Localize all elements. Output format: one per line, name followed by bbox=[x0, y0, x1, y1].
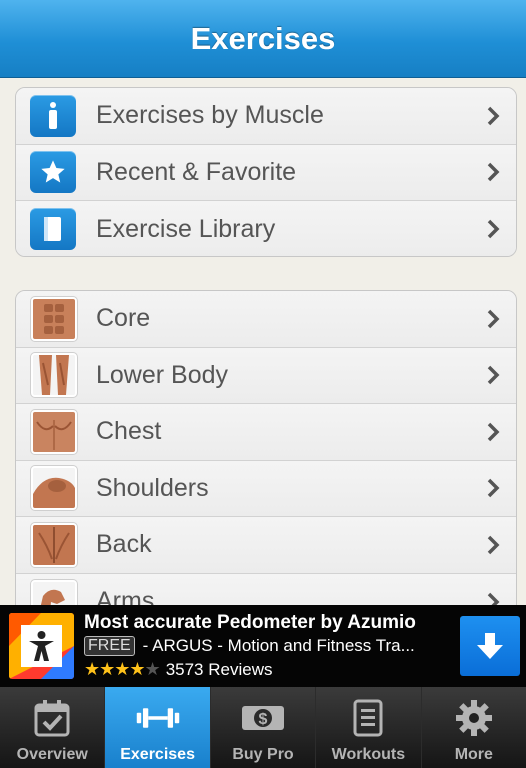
star-rating: ★★★★★ bbox=[84, 659, 161, 679]
tab-label: More bbox=[454, 746, 493, 763]
tab-exercises[interactable]: Exercises bbox=[105, 687, 211, 768]
muscle-item-label: Arms bbox=[96, 587, 155, 605]
back-thumbnail bbox=[31, 522, 77, 567]
menu-item-label: Exercises by Muscle bbox=[96, 101, 324, 130]
page-title: Exercises bbox=[190, 20, 336, 56]
chevron-right-icon bbox=[487, 220, 500, 239]
content-area[interactable]: Exercises by Muscle Recent & Favorite Ex… bbox=[0, 79, 526, 605]
person-icon bbox=[30, 94, 76, 137]
muscle-item-core[interactable]: Core bbox=[16, 291, 516, 348]
tab-overview[interactable]: Overview bbox=[0, 687, 106, 768]
tab-workouts[interactable]: Workouts bbox=[316, 687, 422, 768]
chest-thumbnail bbox=[31, 409, 77, 454]
menu-item-exercise-library[interactable]: Exercise Library bbox=[16, 201, 516, 256]
muscle-groups-list: Core Lower Body Chest Shoulders Back Arm… bbox=[15, 290, 517, 605]
menu-item-label: Exercise Library bbox=[96, 214, 276, 243]
main-menu-group: Exercises by Muscle Recent & Favorite Ex… bbox=[15, 87, 517, 257]
chevron-right-icon bbox=[487, 479, 500, 498]
ad-subtitle-line: FREE - ARGUS - Motion and Fitness Tra... bbox=[84, 636, 415, 656]
star-icon bbox=[30, 151, 76, 194]
muscle-item-label: Shoulders bbox=[96, 473, 209, 502]
nav-bar: Exercises bbox=[0, 0, 526, 78]
shoulders-thumbnail bbox=[31, 466, 77, 511]
tab-more[interactable]: More bbox=[422, 687, 526, 768]
review-count: 3573 Reviews bbox=[165, 659, 273, 679]
tab-label: Buy Pro bbox=[232, 746, 294, 763]
tab-label: Overview bbox=[16, 746, 88, 763]
chevron-right-icon bbox=[487, 309, 500, 328]
book-icon bbox=[30, 208, 76, 251]
menu-item-recent-favorite[interactable]: Recent & Favorite bbox=[16, 144, 516, 201]
chevron-right-icon bbox=[487, 422, 500, 441]
muscle-item-chest[interactable]: Chest bbox=[16, 404, 516, 461]
chevron-right-icon bbox=[487, 163, 500, 182]
muscle-item-lower-body[interactable]: Lower Body bbox=[16, 347, 516, 404]
tab-bar: Overview Exercises $ Buy Pro Workouts Mo… bbox=[0, 687, 526, 768]
tab-label: Workouts bbox=[331, 746, 406, 763]
ad-subtitle: - ARGUS - Motion and Fitness Tra... bbox=[142, 636, 415, 655]
free-badge: FREE bbox=[84, 636, 135, 656]
dumbbell-icon bbox=[135, 695, 181, 741]
menu-item-label: Recent & Favorite bbox=[96, 157, 297, 186]
muscle-item-label: Back bbox=[96, 530, 152, 559]
chevron-right-icon bbox=[487, 535, 500, 554]
tab-buy-pro[interactable]: $ Buy Pro bbox=[211, 687, 317, 768]
svg-text:$: $ bbox=[259, 711, 268, 728]
dollar-bill-icon: $ bbox=[240, 695, 286, 741]
ad-banner[interactable]: Most accurate Pedometer by Azumio FREE -… bbox=[0, 605, 526, 687]
muscle-item-label: Chest bbox=[96, 417, 162, 446]
gear-icon bbox=[451, 695, 497, 741]
download-arrow-icon[interactable] bbox=[460, 616, 520, 676]
ad-title: Most accurate Pedometer by Azumio bbox=[84, 612, 416, 633]
chevron-right-icon bbox=[487, 366, 500, 385]
chevron-right-icon bbox=[487, 592, 500, 605]
menu-item-exercises-by-muscle[interactable]: Exercises by Muscle bbox=[16, 88, 516, 145]
muscle-item-label: Lower Body bbox=[96, 360, 229, 389]
muscle-item-back[interactable]: Back bbox=[16, 517, 516, 574]
muscle-item-label: Core bbox=[96, 304, 151, 333]
abs-thumbnail bbox=[31, 296, 77, 341]
calendar-check-icon bbox=[29, 695, 75, 741]
chevron-right-icon bbox=[487, 106, 500, 125]
tab-label: Exercises bbox=[120, 746, 195, 763]
muscle-item-shoulders[interactable]: Shoulders bbox=[16, 460, 516, 517]
arms-thumbnail bbox=[31, 579, 77, 605]
ad-rating: ★★★★★ 3573 Reviews bbox=[84, 659, 272, 680]
muscle-item-arms[interactable]: Arms bbox=[16, 573, 516, 605]
clipboard-icon bbox=[345, 695, 391, 741]
argus-app-logo bbox=[9, 613, 74, 679]
legs-thumbnail bbox=[31, 353, 77, 398]
